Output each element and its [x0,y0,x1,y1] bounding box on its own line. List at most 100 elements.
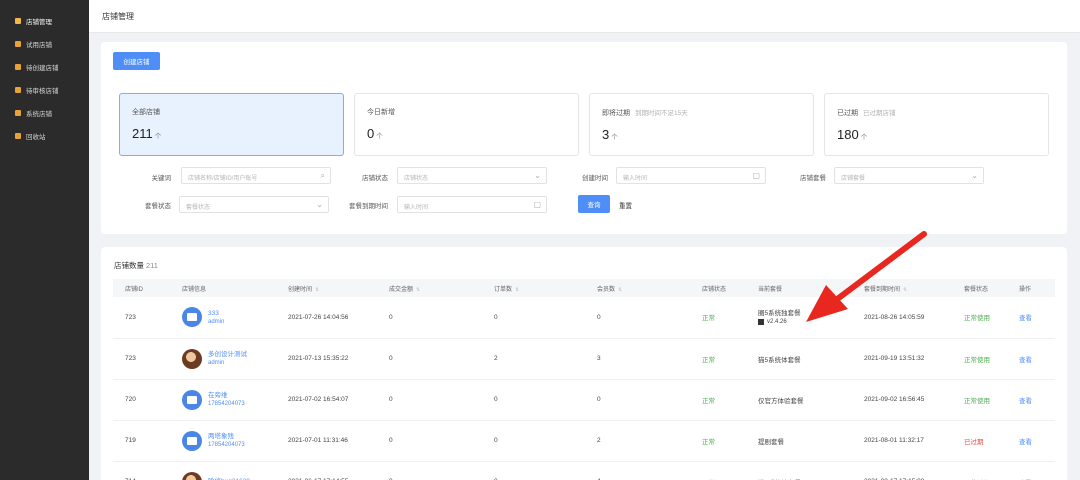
orders: 0 [494,437,498,444]
view-link[interactable]: 查看 [1007,420,1055,461]
sidebar-item-label: 回收站 [26,133,46,141]
sidebar-item-pending[interactable]: 待创建店铺 [0,55,89,78]
created-time-input[interactable]: 输入时间 ▢ [616,167,766,184]
calendar-icon[interactable]: ▢ [752,171,760,180]
store-info[interactable]: 两塔象残 17854204073 [170,420,276,461]
sidebar-item-trial[interactable]: 试用店铺 [0,32,89,55]
store-status-select[interactable]: 店铺状态 ⌄ [397,167,547,184]
store-account: 17854204073 [208,442,245,448]
package-status: 即将过期 [952,461,1007,480]
store-status-placeholder: 店铺状态 [404,176,429,182]
store-name[interactable]: 333 [208,309,224,318]
stat-card-expiring[interactable]: 即将过期 到期时间不足15天 3个 [589,93,814,156]
store-id: 720 [125,396,136,403]
package-select[interactable]: 店铺套餐 ⌄ [834,167,984,184]
store-info[interactable]: 多创设计测试 admin [170,338,276,379]
store-name[interactable]: 多创设计测试 [208,350,247,359]
members: 3 [597,355,601,362]
package-status: 已过期 [964,438,984,446]
chevron-down-icon: ⌄ [534,171,541,180]
stat-value: 3 [602,127,610,142]
store-id: 714 [113,461,170,480]
package-name: 猫5系统体套餐 [758,477,852,480]
amount: 0 [389,437,393,444]
chevron-down-icon: ⌄ [971,171,978,180]
store-info[interactable]: 333 admin [170,297,276,338]
store-name[interactable]: 在旁维 [208,391,245,400]
members: 2 [597,437,601,444]
store-name[interactable]: 两塔象残 [208,432,245,441]
column-header[interactable]: 成交金额 ⇅ [377,279,482,297]
column-header[interactable]: 会员数 ⇅ [585,279,690,297]
table-row[interactable]: 720 在旁维 17854204073 2021-07-02 16:54:07 0 0 0 正… [113,379,1055,420]
chevron-down-icon: ⌄ [316,200,323,209]
package-label: 店铺套餐 [800,175,826,182]
package-status-select[interactable]: 套餐状态 ⌄ [179,196,329,213]
stat-label: 已过期 [837,110,858,117]
column-header: 操作 [1019,286,1032,293]
store-account: admin [208,360,225,366]
sort-icon[interactable]: ⇅ [416,287,420,293]
table-row[interactable]: 723 333 admin 2021-07-26 14:04:56 0 0 0 正常 圈5系统独… [113,297,1055,338]
stat-unit: 个 [376,133,383,140]
version-badge: v2.4.26 [758,319,787,326]
package-expire-time: 2021-08-17 17:15:08 [852,461,952,480]
view-link[interactable]: 查看 [1007,461,1055,480]
amount: 0 [389,396,393,403]
store-info[interactable]: 在旁维 17854204073 [170,379,276,420]
sort-icon[interactable]: ⇅ [618,287,622,293]
column-header[interactable]: 订单数 ⇅ [482,279,585,297]
expire-time-input[interactable]: 输入时间 ▢ [397,196,547,213]
sort-icon[interactable]: ⇅ [315,287,319,293]
package-status: 正常使用 [964,315,990,323]
stat-card-all[interactable]: 全部店铺 211 个 [119,93,344,156]
store-status: 正常 [702,438,715,446]
stat-card-today[interactable]: 今日新增 0个 [354,93,579,156]
stat-label: 全部店铺 [132,109,160,116]
column-header: 店铺状态 [702,286,727,293]
table-row[interactable]: 714哈修bug316302021-06-17 17:14:55004正常猫5系… [113,461,1055,480]
stat-value: 211 [132,126,153,141]
avatar [182,430,202,451]
stat-unit: 个 [860,134,868,141]
create-store-button[interactable]: 创建店铺 [113,52,160,70]
package-expire-time: 2021-09-19 13:51:32 [864,355,925,362]
store-info[interactable]: 哈修bug31630 [170,461,276,480]
keyword-input[interactable]: 店铺名称/店铺ID/用户账号 ⌕ [181,167,331,184]
sort-icon[interactable]: ⇅ [515,287,519,293]
system-icon [15,109,21,116]
store-account: admin [208,318,225,325]
query-button[interactable]: 查询 [578,195,610,213]
sidebar-item-system[interactable]: 系统店铺 [0,101,89,124]
reset-button[interactable]: 重置 [619,200,632,210]
sidebar-item-trash[interactable]: 回收站 [0,124,89,147]
view-link[interactable]: 查看 [1007,338,1055,379]
view-link[interactable]: 查看 [1007,379,1055,420]
column-header[interactable]: 套餐到期时间 ⇅ [852,279,952,297]
avatar [182,471,202,480]
store-count-value: 211 [146,261,158,270]
table-row[interactable]: 723 多创设计测试 admin 2021-07-13 15:35:22 0 2 3 正常 猫5… [113,338,1055,379]
view-link[interactable]: 查看 [1007,297,1055,338]
amount: 0 [389,313,393,321]
sidebar: 店铺管理 试用店铺 待创建店铺 待审核店铺 系统店铺 回收站 [0,0,89,480]
package-expire-time: 2021-08-26 14:05:59 [864,313,925,321]
stat-card-expired[interactable]: 已过期 已过期店铺 180 个 [824,93,1049,156]
package-expire-time: 2021-09-02 16:56:45 [864,396,925,403]
created-time-placeholder: 输入时间 [623,176,648,182]
column-header-label: 成交金额 [389,286,414,293]
sidebar-item-store-manage[interactable]: 店铺管理 [0,9,89,32]
sort-icon[interactable]: ⇅ [903,287,907,293]
calendar-icon[interactable]: ▢ [533,200,541,209]
sidebar-item-review[interactable]: 待审核店铺 [0,78,89,101]
package-expire-time: 2021-08-01 11:32:17 [864,437,924,444]
package-name: 仅官方体验套餐 [758,397,804,405]
search-icon[interactable]: ⌕ [321,171,325,181]
column-header[interactable]: 创建时间 ⇅ [276,279,377,297]
table-row[interactable]: 719 两塔象残 17854204073 2021-07-01 11:31:46 0 0 2… [113,420,1055,461]
current-package: 仅官方体验套餐 [746,379,852,420]
current-package: 猫5系统体套餐 [746,338,852,379]
avatar [182,348,202,369]
created-time-label: 创建时间 [582,175,608,182]
sidebar-item-label: 待创建店铺 [26,64,59,72]
